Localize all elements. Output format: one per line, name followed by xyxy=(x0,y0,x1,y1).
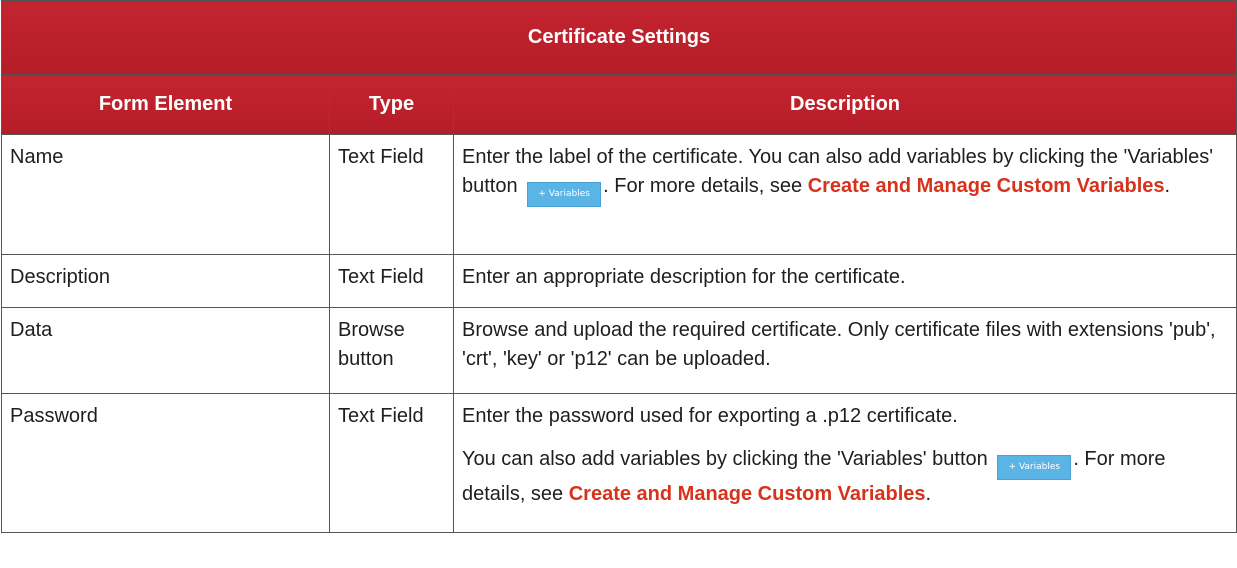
table-header-row: Form Element Type Description xyxy=(1,74,1237,135)
form-element-cell: Password xyxy=(1,393,330,533)
type-cell: Text Field xyxy=(329,393,454,533)
description-cell: Enter an appropriate description for the… xyxy=(452,254,1237,308)
description-cell: Browse and upload the required certifica… xyxy=(452,307,1237,394)
description-paragraph: Enter the password used for exporting a … xyxy=(462,405,958,427)
table-row: Password Text Field Enter the password u… xyxy=(1,393,1237,533)
table-row: Data Browse button Browse and upload the… xyxy=(1,307,1237,394)
certificate-settings-table: Certificate Settings Form Element Type D… xyxy=(0,0,1237,533)
type-cell: Browse button xyxy=(329,307,454,394)
variables-button[interactable]: + Variables xyxy=(997,455,1072,480)
description-text: . xyxy=(925,483,932,505)
description-paragraph: You can also add variables by clicking t… xyxy=(462,445,1230,509)
type-cell: Text Field xyxy=(329,134,454,255)
form-element-cell: Data xyxy=(1,307,330,394)
column-header-description: Description xyxy=(452,74,1237,135)
description-text: . For more details, see xyxy=(603,175,803,197)
column-header-form-element: Form Element xyxy=(1,74,330,135)
form-element-cell: Description xyxy=(1,254,330,308)
description-text: . xyxy=(1164,175,1171,197)
description-cell: Enter the label of the certificate. You … xyxy=(452,134,1237,255)
table-row: Name Text Field Enter the label of the c… xyxy=(1,134,1237,255)
table-row: Description Text Field Enter an appropri… xyxy=(1,254,1237,308)
table-title: Certificate Settings xyxy=(0,0,1237,75)
type-cell: Text Field xyxy=(329,254,454,308)
column-header-type: Type xyxy=(329,74,454,135)
description-text: You can also add variables by clicking t… xyxy=(462,448,988,470)
table-title-row: Certificate Settings xyxy=(0,0,1237,75)
form-element-cell: Name xyxy=(1,134,330,255)
variables-button[interactable]: + Variables xyxy=(527,182,602,207)
create-manage-variables-link[interactable]: Create and Manage Custom Variables xyxy=(569,483,926,505)
description-cell: Enter the password used for exporting a … xyxy=(452,393,1237,533)
create-manage-variables-link[interactable]: Create and Manage Custom Variables xyxy=(808,175,1165,197)
